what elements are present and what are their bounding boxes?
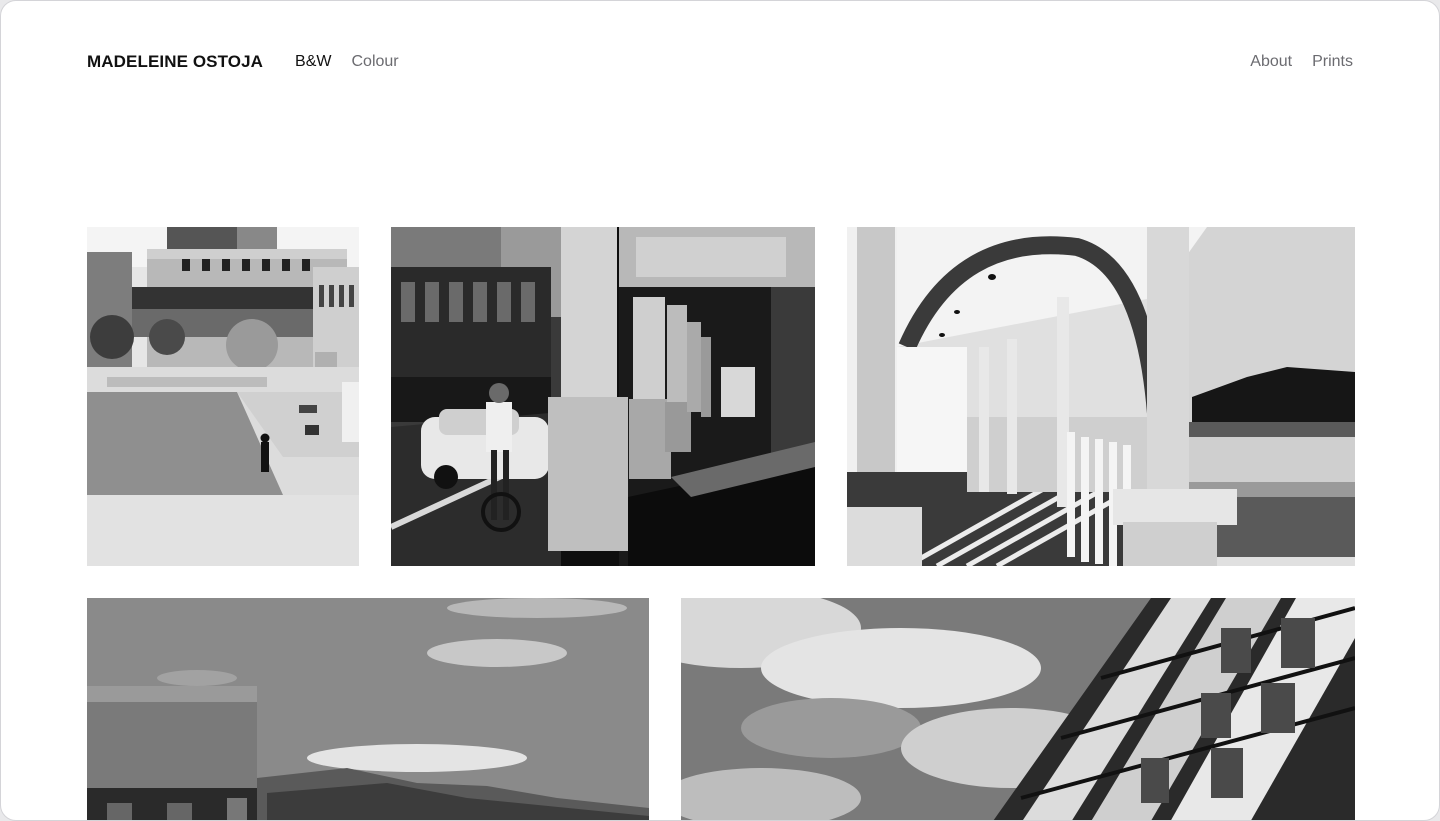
photo-colonnade-cyclist-image (391, 227, 815, 566)
site-header: MADELEINE OSTOJA B&W Colour About Prints (87, 45, 1353, 79)
browser-window: MADELEINE OSTOJA B&W Colour About Prints (0, 0, 1440, 821)
gallery-photo-city-square[interactable] (87, 227, 359, 566)
nav-bw-link[interactable]: B&W (295, 53, 331, 71)
gallery-photo-beach-veranda[interactable] (847, 227, 1355, 566)
header-right: About Prints (1230, 53, 1353, 71)
gallery-photo-colonnade-cyclist[interactable] (391, 227, 815, 566)
photo-concrete-hills-image (87, 598, 649, 820)
nav-colour-link[interactable]: Colour (352, 53, 399, 71)
nav-about-link[interactable]: About (1250, 53, 1292, 71)
header-left: MADELEINE OSTOJA B&W Colour (87, 52, 419, 72)
photo-city-square-image (87, 227, 359, 566)
gallery-photo-glass-building[interactable] (681, 598, 1355, 820)
nav-prints-link[interactable]: Prints (1312, 53, 1353, 71)
photo-beach-veranda-image (847, 227, 1355, 566)
site-title-link[interactable]: MADELEINE OSTOJA (87, 52, 263, 72)
gallery-photo-concrete-hills[interactable] (87, 598, 649, 820)
photo-glass-building-image (681, 598, 1355, 820)
